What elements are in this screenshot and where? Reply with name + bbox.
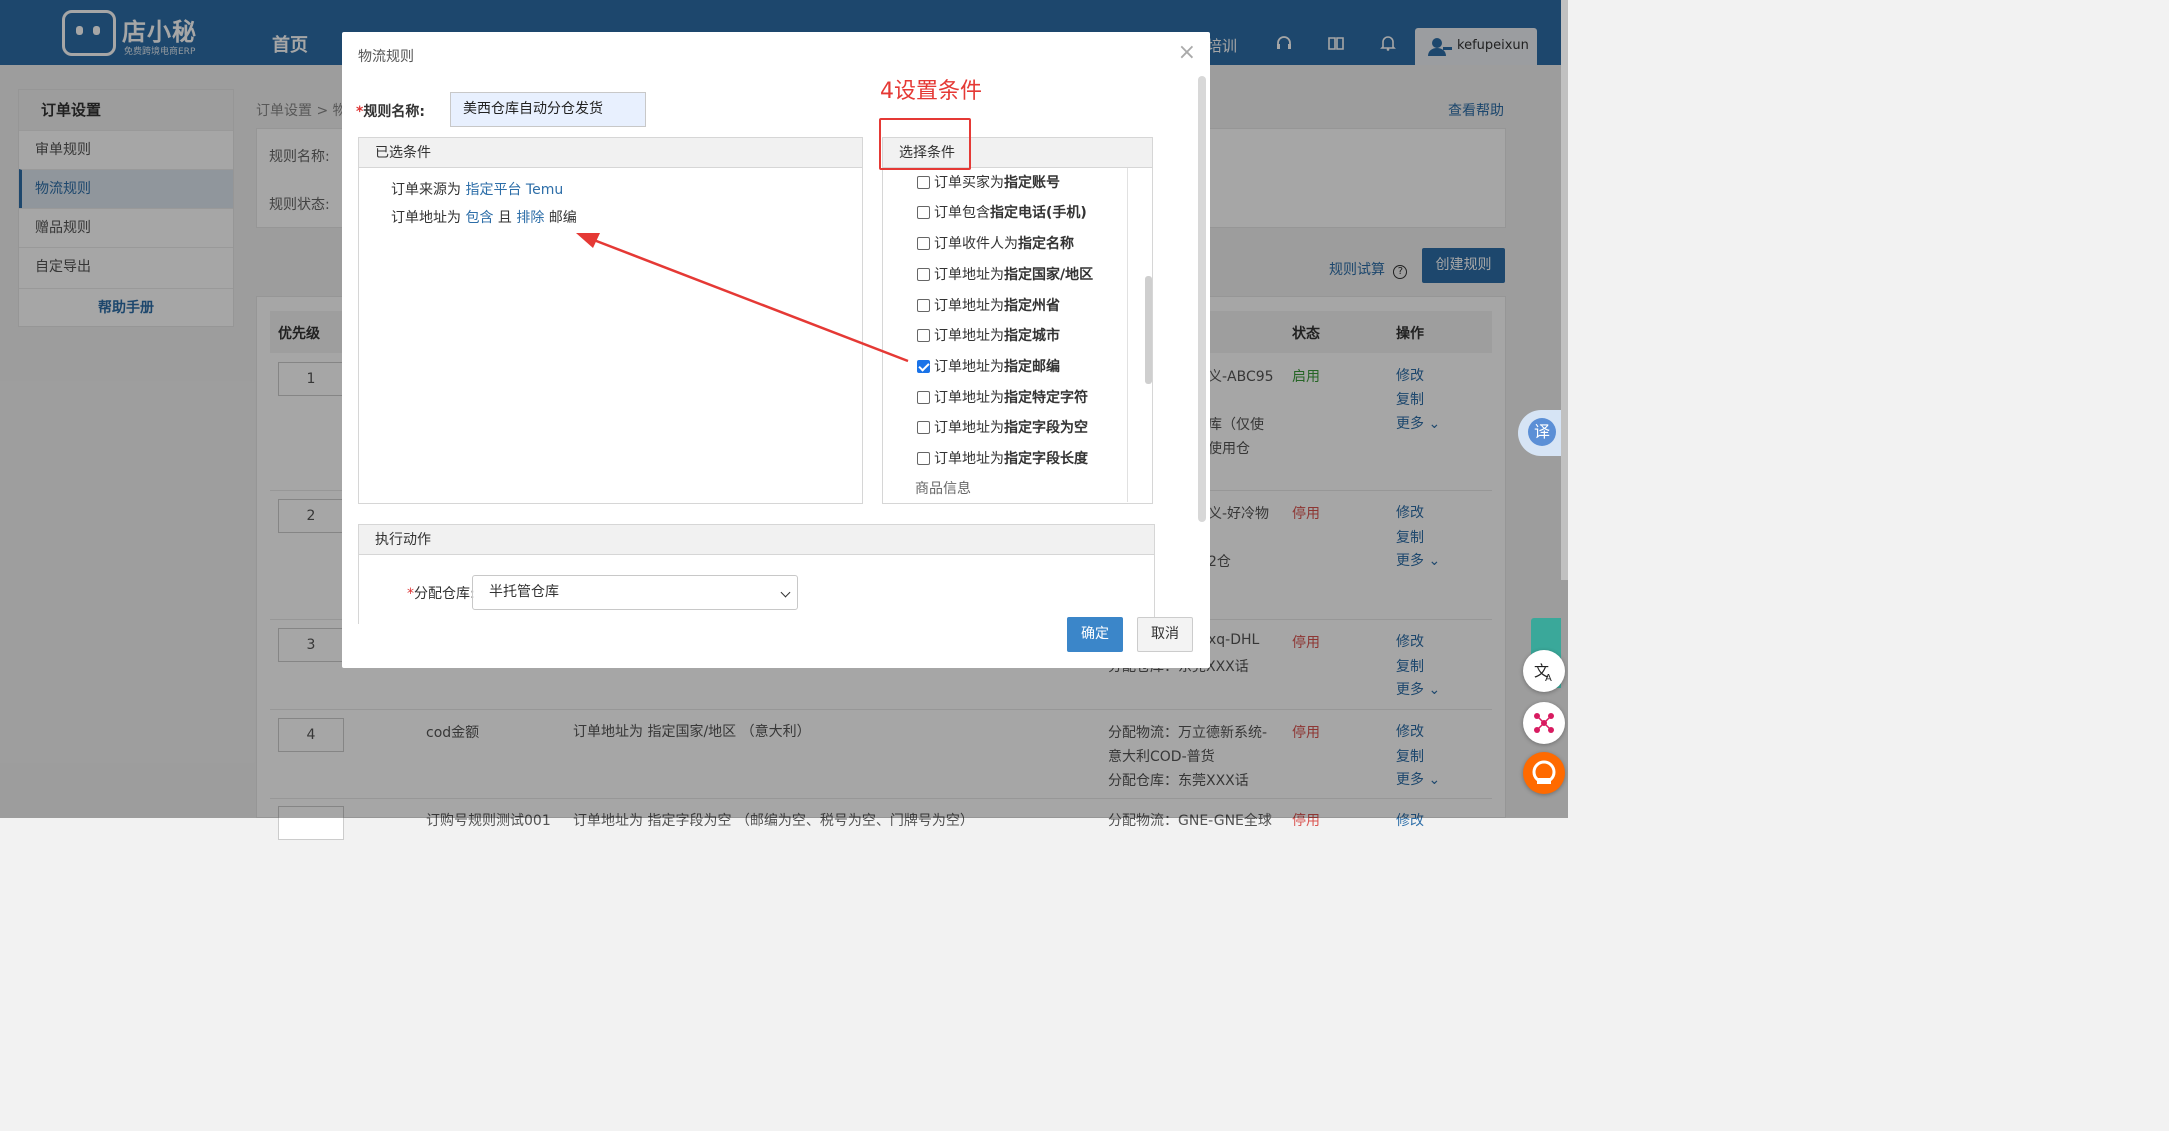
required-marker: * xyxy=(407,586,414,602)
option-buyer-account[interactable]: 订单买家为指定账号 xyxy=(917,172,1060,192)
condition-prefix: 订单地址为 xyxy=(391,210,466,226)
warehouse-label-text: 分配仓库: xyxy=(414,586,475,602)
option-prefix: 订单地址为 xyxy=(934,390,1004,406)
include-link[interactable]: 包含 xyxy=(465,210,493,226)
option-prefix: 订单买家为 xyxy=(934,175,1004,191)
option-zipcode[interactable]: 订单地址为指定邮编 xyxy=(917,356,1060,376)
option-prefix: 订单地址为 xyxy=(934,298,1004,314)
condition-prefix: 订单来源为 xyxy=(391,182,466,198)
option-special-chars[interactable]: 订单地址为指定特定字符 xyxy=(917,387,1088,407)
selected-condition-zipcode: 订单地址为 包含 且 排除 邮编 xyxy=(391,207,577,227)
option-recipient-name[interactable]: 订单收件人为指定名称 xyxy=(917,233,1074,253)
option-prefix: 订单收件人为 xyxy=(934,236,1018,252)
option-field-empty[interactable]: 订单地址为指定字段为空 xyxy=(917,417,1088,437)
option-prefix: 订单地址为 xyxy=(934,267,1004,283)
rule-name-label-text: 规则名称: xyxy=(363,104,425,120)
action-header: 执行动作 xyxy=(359,525,1154,555)
action-panel: 执行动作 *分配仓库: 半托管仓库 xyxy=(358,524,1155,624)
option-country[interactable]: 订单地址为指定国家/地区 xyxy=(917,264,1093,284)
network-plugin-icon[interactable] xyxy=(1523,702,1565,744)
checkbox[interactable] xyxy=(917,206,930,219)
option-bold: 指定名称 xyxy=(1018,236,1074,252)
option-prefix: 订单地址为 xyxy=(934,420,1004,436)
option-bold: 指定电话(手机) xyxy=(990,205,1087,221)
option-city[interactable]: 订单地址为指定城市 xyxy=(917,325,1060,345)
option-bold: 指定城市 xyxy=(1004,328,1060,344)
platform-link[interactable]: 指定平台 Temu xyxy=(465,182,563,198)
svg-text:A: A xyxy=(1545,673,1552,683)
rule-name-label: *规则名称: xyxy=(356,101,425,121)
warehouse-label: *分配仓库: xyxy=(407,583,475,603)
choose-conditions-panel: 选择条件 订单买家为指定账号 订单包含指定电话(手机) 订单收件人为指定名称 订… xyxy=(882,137,1153,504)
rule-name-input[interactable]: 美西仓库自动分仓发货 xyxy=(450,92,646,127)
annotation-text: 4设置条件 xyxy=(880,79,982,104)
option-field-length[interactable]: 订单地址为指定字段长度 xyxy=(917,448,1088,468)
option-bold: 指定特定字符 xyxy=(1004,390,1088,406)
checkbox[interactable] xyxy=(917,421,930,434)
option-bold: 指定国家/地区 xyxy=(1004,267,1094,283)
annotation-arrow xyxy=(576,233,909,363)
confirm-button[interactable]: 确定 xyxy=(1067,617,1123,652)
checkbox[interactable] xyxy=(917,452,930,465)
chevron-down-icon xyxy=(780,587,791,598)
close-icon[interactable]: × xyxy=(1178,40,1196,65)
selected-conditions-header: 已选条件 xyxy=(359,138,862,168)
condition-and: 且 xyxy=(493,210,517,226)
annotation-box xyxy=(879,118,971,170)
option-bold: 指定字段长度 xyxy=(1004,451,1088,467)
group-label-product-info: 商品信息 xyxy=(915,481,971,497)
exclude-link[interactable]: 排除 xyxy=(516,210,544,226)
option-prefix: 订单包含 xyxy=(934,205,990,221)
checkbox[interactable] xyxy=(917,391,930,404)
warehouse-select-value: 半托管仓库 xyxy=(489,584,559,600)
selected-condition-platform: 订单来源为 指定平台 Temu xyxy=(391,179,563,199)
translate-icon: 译 xyxy=(1528,418,1556,446)
option-bold: 指定账号 xyxy=(1004,175,1060,191)
conditions-scroll-thumb[interactable] xyxy=(1145,276,1152,384)
option-bold: 指定邮编 xyxy=(1004,359,1060,375)
option-state[interactable]: 订单地址为指定州省 xyxy=(917,295,1060,315)
option-prefix: 订单地址为 xyxy=(934,328,1004,344)
checkbox[interactable] xyxy=(917,176,930,189)
option-prefix: 订单地址为 xyxy=(934,451,1004,467)
cancel-button[interactable]: 取消 xyxy=(1137,617,1193,652)
option-prefix: 订单地址为 xyxy=(934,359,1004,375)
option-phone[interactable]: 订单包含指定电话(手机) xyxy=(917,202,1087,222)
option-bold: 指定州省 xyxy=(1004,298,1060,314)
1688-icon[interactable] xyxy=(1523,752,1565,794)
dialog-scrollbar[interactable] xyxy=(1198,76,1206,522)
warehouse-select[interactable]: 半托管仓库 xyxy=(472,575,798,610)
dialog-title: 物流规则 xyxy=(358,49,414,65)
translate-circle-icon[interactable]: 文A xyxy=(1523,650,1565,692)
page-scrollbar[interactable] xyxy=(1561,0,1568,580)
option-bold: 指定字段为空 xyxy=(1004,420,1088,436)
